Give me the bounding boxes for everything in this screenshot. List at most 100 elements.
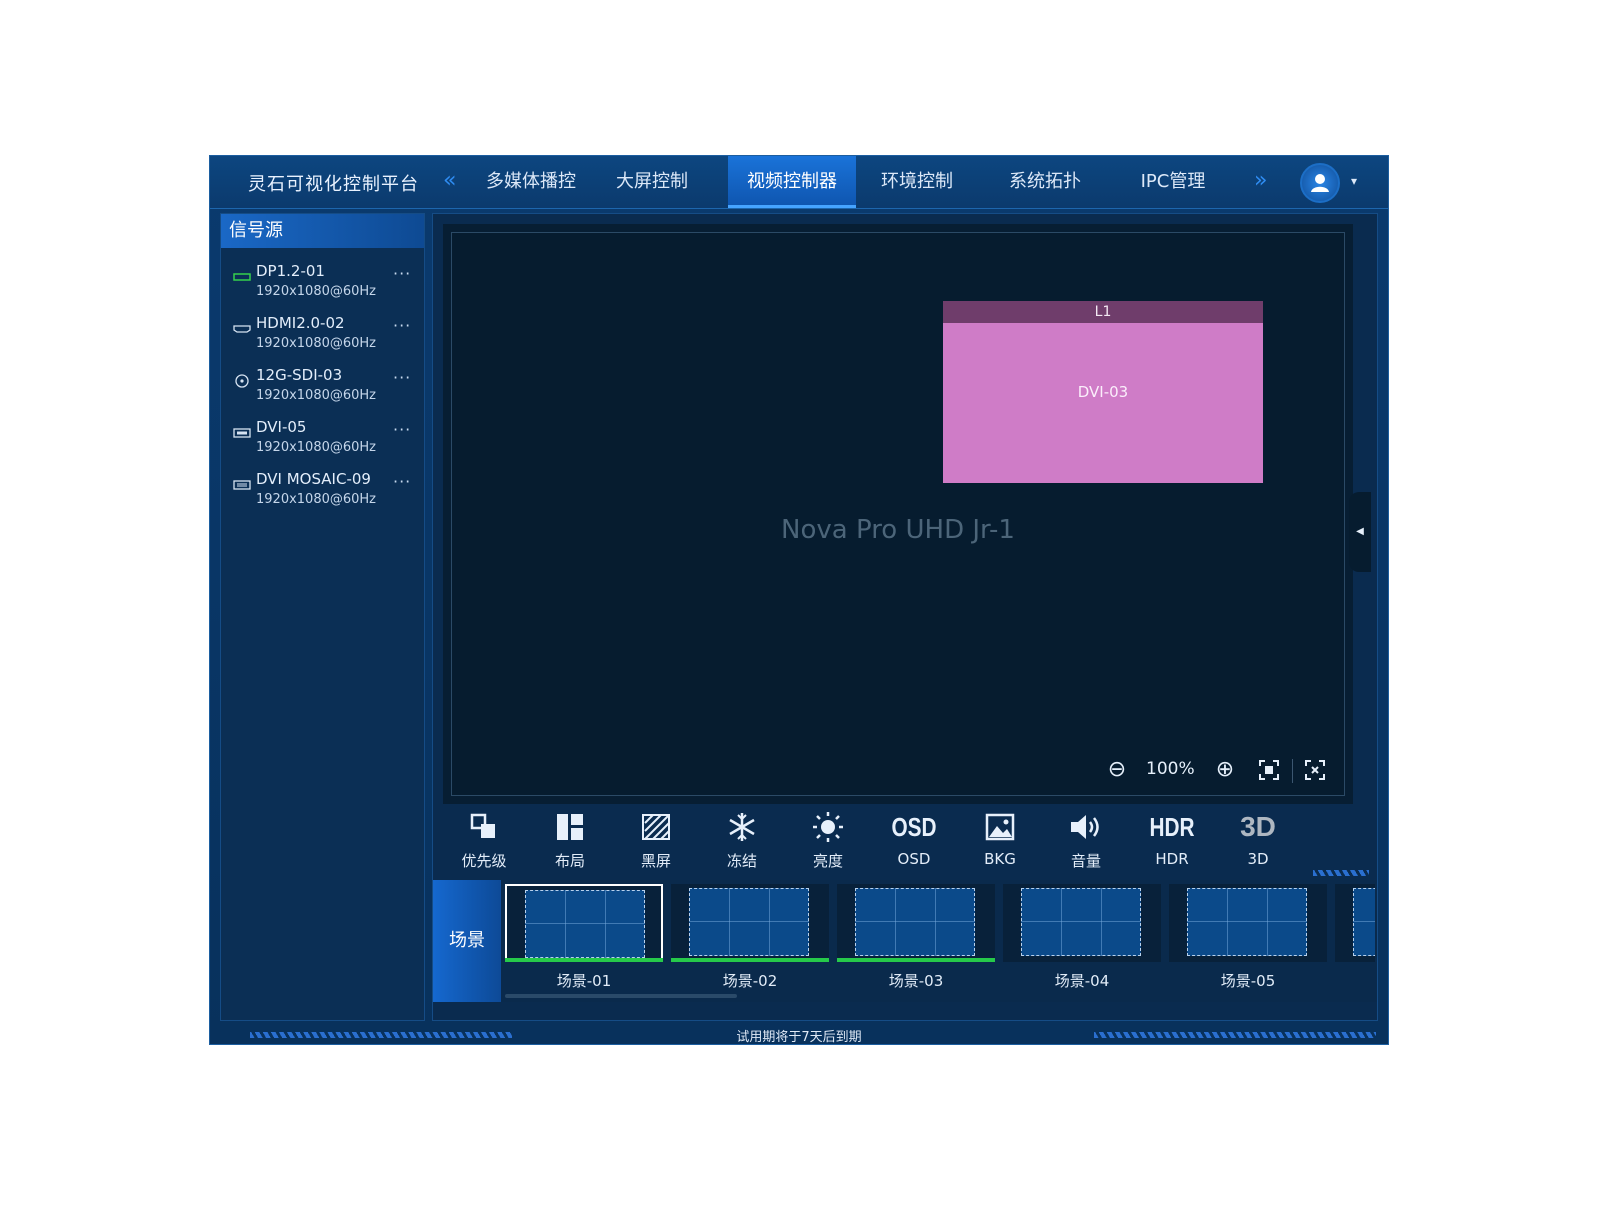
tab-ipc[interactable]: IPC管理 (1114, 156, 1232, 208)
3d-icon: 3D (1240, 811, 1276, 842)
toolbar: 优先级 布局 黑屏 冻结 亮度 OSD OSD BKG 音量 HDR HDR 3… (443, 810, 1323, 874)
priority-icon (470, 813, 495, 838)
source-item[interactable]: DVI MOSAIC-09 1920x1080@60Hz ··· (221, 470, 424, 522)
tab-multimedia[interactable]: 多媒体播控 (472, 156, 590, 208)
scene-item-partial[interactable] (1335, 884, 1375, 990)
more-icon[interactable]: ··· (393, 316, 411, 335)
volume-button[interactable]: 音量 (1051, 810, 1121, 874)
fullscreen-icon[interactable] (1302, 757, 1328, 783)
layout-button[interactable]: 布局 (535, 810, 605, 874)
tab-topology[interactable]: 系统拓扑 (986, 156, 1104, 208)
tool-label: 亮度 (812, 852, 843, 870)
tab-large-screen[interactable]: 大屏控制 (600, 156, 704, 208)
collapse-panel-icon[interactable]: ◀ (1349, 492, 1371, 572)
scene-active-indicator (837, 958, 995, 962)
tool-label: BKG (984, 850, 1016, 868)
dvi-icon (233, 428, 251, 438)
scene-active-indicator (505, 958, 663, 962)
source-resolution: 1920x1080@60Hz (256, 440, 377, 455)
sdi-icon (235, 374, 249, 388)
scene-thumbnail (671, 884, 829, 962)
tab-video-controller[interactable]: 视频控制器 (728, 156, 856, 208)
tool-label: 音量 (1070, 852, 1101, 870)
tool-label: HDR (1155, 850, 1189, 868)
blackout-icon (642, 814, 670, 840)
scene-item[interactable]: 场景-04 (1003, 884, 1161, 990)
source-resolution: 1920x1080@60Hz (256, 284, 377, 299)
signal-source-title: 信号源 (221, 214, 424, 248)
scene-thumbnail (1003, 884, 1161, 962)
scene-active-indicator (671, 958, 829, 962)
signal-source-panel: 信号源 DP1.2-01 1920x1080@60Hz ··· HDMI2.0-… (220, 213, 425, 1021)
scene-name: 场景-01 (556, 972, 612, 990)
tool-label: 优先级 (461, 852, 507, 870)
more-icon[interactable]: ··· (393, 472, 411, 491)
avatar[interactable] (1300, 163, 1340, 203)
status-bar: 试用期将于7天后到期 (210, 1024, 1388, 1044)
tool-label: 冻结 (726, 852, 757, 870)
scene-label: 场景 (433, 880, 501, 1002)
source-item[interactable]: DP1.2-01 1920x1080@60Hz ··· (221, 262, 424, 314)
osd-icon: OSD (891, 811, 937, 842)
source-item[interactable]: DVI-05 1920x1080@60Hz ··· (221, 418, 424, 470)
freeze-button[interactable]: 冻结 (707, 810, 777, 874)
more-icon[interactable]: ··· (393, 420, 411, 439)
tab-environment[interactable]: 环境控制 (858, 156, 976, 208)
brightness-icon (813, 812, 843, 842)
user-menu-caret-icon[interactable]: ▾ (1351, 174, 1357, 188)
scene-thumbnail (505, 884, 663, 962)
scene-name: 场景-04 (1054, 972, 1110, 990)
hdmi-icon (233, 325, 251, 333)
decorative-stripe (1094, 1032, 1376, 1038)
scene-name: 场景-03 (888, 972, 944, 990)
canvas-frame: Nova Pro UHD Jr-1 L1 DVI-03 ⊖ 100% ⊕ (443, 224, 1353, 804)
nav-prev-icon[interactable]: « (443, 168, 456, 193)
3d-button[interactable]: 3D 3D (1223, 810, 1293, 874)
scene-name: 场景-05 (1220, 972, 1276, 990)
hdr-button[interactable]: HDR HDR (1137, 810, 1207, 874)
top-navigation-bar: 灵石可视化控制平台 « 多媒体播控 大屏控制 视频控制器 环境控制 系统拓扑 I… (210, 156, 1388, 209)
user-icon (1311, 174, 1329, 192)
volume-icon (1071, 815, 1099, 839)
more-icon[interactable]: ··· (393, 264, 411, 283)
zoom-out-icon[interactable]: ⊖ (1104, 757, 1130, 783)
nav-next-icon[interactable]: » (1254, 168, 1267, 193)
device-name: Nova Pro UHD Jr-1 (781, 515, 1015, 545)
source-item[interactable]: HDMI2.0-02 1920x1080@60Hz ··· (221, 314, 424, 366)
scene-item[interactable]: 场景-03 (837, 884, 995, 990)
more-icon[interactable]: ··· (393, 368, 411, 387)
zoom-in-icon[interactable]: ⊕ (1212, 757, 1238, 783)
scene-item[interactable]: 场景-05 (1169, 884, 1327, 990)
layer-window[interactable]: L1 DVI-03 (943, 301, 1263, 483)
scene-thumbnail (1169, 884, 1327, 962)
osd-button[interactable]: OSD OSD (879, 810, 949, 874)
screen-canvas[interactable]: Nova Pro UHD Jr-1 L1 DVI-03 ⊖ 100% ⊕ (451, 232, 1345, 796)
source-name: DP1.2-01 (256, 262, 325, 280)
source-name: 12G-SDI-03 (256, 366, 343, 384)
layer-source-label: DVI-03 (1077, 383, 1129, 401)
scene-scrollbar[interactable] (505, 994, 737, 998)
bkg-button[interactable]: BKG (965, 810, 1035, 874)
zoom-level: 100% (1146, 759, 1195, 779)
source-item[interactable]: 12G-SDI-03 1920x1080@60Hz ··· (221, 366, 424, 418)
fit-screen-icon[interactable] (1256, 757, 1282, 783)
source-resolution: 1920x1080@60Hz (256, 388, 377, 403)
hdr-icon: HDR (1149, 811, 1195, 842)
tool-label: 黑屏 (640, 852, 671, 870)
source-name: DVI-05 (256, 418, 307, 436)
app-window: 灵石可视化控制平台 « 多媒体播控 大屏控制 视频控制器 环境控制 系统拓扑 I… (209, 155, 1389, 1045)
source-name: DVI MOSAIC-09 (256, 470, 371, 488)
layout-icon (557, 814, 583, 840)
tool-label: OSD (897, 850, 931, 868)
decorative-stripe (1313, 870, 1369, 876)
background-image-icon (985, 813, 1015, 841)
blackout-button[interactable]: 黑屏 (621, 810, 691, 874)
zoom-divider (1292, 759, 1293, 783)
scene-item[interactable]: 场景-01 (505, 884, 663, 990)
scene-item[interactable]: 场景-02 (671, 884, 829, 990)
layer-title[interactable]: L1 (943, 301, 1263, 323)
priority-button[interactable]: 优先级 (449, 810, 519, 874)
brightness-button[interactable]: 亮度 (793, 810, 863, 874)
zoom-controls: ⊖ 100% ⊕ (1104, 757, 1334, 787)
displayport-icon (233, 273, 251, 281)
